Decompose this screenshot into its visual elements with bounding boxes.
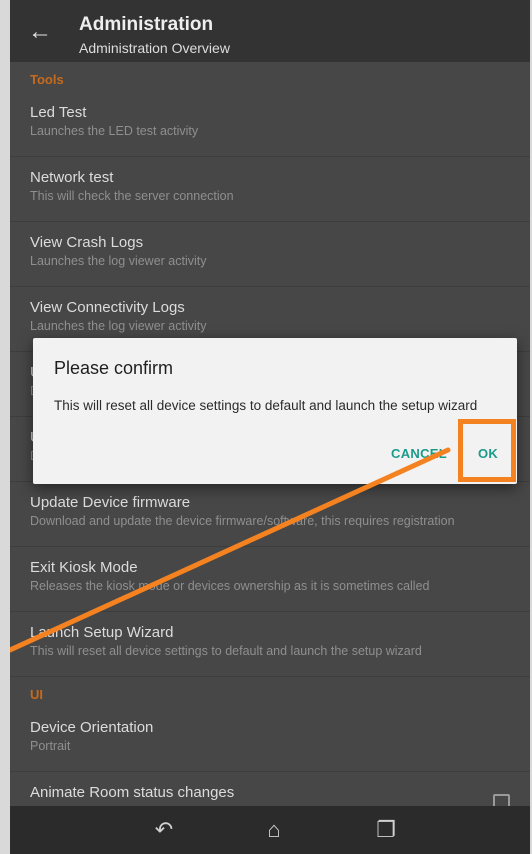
back-arrow-icon[interactable]: ← bbox=[26, 18, 54, 46]
list-item-update-firmware[interactable]: Update Device firmware Download and upda… bbox=[10, 482, 530, 547]
item-title: Led Test bbox=[30, 104, 87, 121]
item-title: View Crash Logs bbox=[30, 234, 144, 251]
item-title: Animate Room status changes bbox=[30, 784, 235, 801]
app-bar: ← Administration Administration Overview bbox=[10, 0, 530, 62]
item-summary: This will check the server connection bbox=[30, 189, 234, 203]
list-item-launch-setup-wizard[interactable]: Launch Setup Wizard This will reset all … bbox=[10, 612, 530, 677]
item-title: Update Device firmware bbox=[30, 494, 191, 511]
confirm-dialog: Please confirm This will reset all devic… bbox=[33, 338, 517, 484]
app-screen: ← Administration Administration Overview… bbox=[10, 0, 530, 854]
list-item-network-test[interactable]: Network test This will check the server … bbox=[10, 157, 530, 222]
page-subtitle: Administration Overview bbox=[79, 40, 230, 56]
dialog-message: This will reset all device settings to d… bbox=[54, 398, 478, 413]
home-icon[interactable]: ⌂ bbox=[256, 814, 292, 846]
list-item-exit-kiosk-mode[interactable]: Exit Kiosk Mode Releases the kiosk mode … bbox=[10, 547, 530, 612]
item-summary: Download and update the device firmware/… bbox=[30, 514, 455, 528]
item-summary: Launches the log viewer activity bbox=[30, 319, 207, 333]
item-summary: Launches the log viewer activity bbox=[30, 254, 207, 268]
item-title: Device Orientation bbox=[30, 719, 154, 736]
item-summary: Launches the LED test activity bbox=[30, 124, 199, 138]
item-summary: Releases the kiosk mode or devices owner… bbox=[30, 579, 430, 593]
item-summary: This will reset all device settings to d… bbox=[30, 644, 422, 658]
list-item-led-test[interactable]: Led Test Launches the LED test activity bbox=[10, 92, 530, 157]
item-title: Exit Kiosk Mode bbox=[30, 559, 138, 576]
item-summary: Portrait bbox=[30, 739, 71, 753]
item-title: Launch Setup Wizard bbox=[30, 624, 174, 641]
section-header-ui: UI bbox=[30, 687, 43, 702]
list-item-device-orientation[interactable]: Device Orientation Portrait bbox=[10, 707, 530, 772]
cancel-button[interactable]: CANCEL bbox=[391, 446, 447, 461]
device-bezel-left bbox=[0, 0, 10, 854]
recents-icon[interactable]: ❐ bbox=[368, 814, 404, 846]
dialog-title: Please confirm bbox=[54, 358, 174, 378]
system-nav-bar: ↶ ⌂ ❐ bbox=[10, 806, 530, 854]
page-title: Administration bbox=[79, 14, 214, 35]
nav-back-icon[interactable]: ↶ bbox=[146, 814, 182, 846]
item-title: View Connectivity Logs bbox=[30, 299, 185, 316]
section-header-tools: Tools bbox=[30, 72, 64, 87]
ok-button[interactable]: OK bbox=[478, 446, 498, 461]
item-title: Network test bbox=[30, 169, 114, 186]
list-item-view-crash-logs[interactable]: View Crash Logs Launches the log viewer … bbox=[10, 222, 530, 287]
